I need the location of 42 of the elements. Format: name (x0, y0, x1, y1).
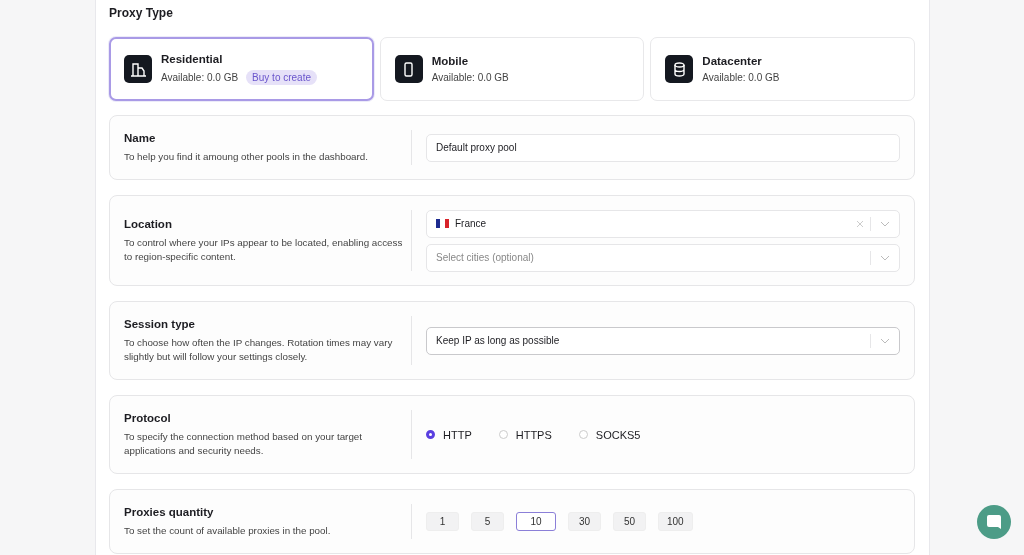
buy-badge[interactable]: Buy to create (246, 70, 317, 85)
availability-text: Available: 0.0 GB (431, 72, 509, 83)
field-description: To set the count of available proxies in the pool. (124, 523, 332, 538)
radio-option[interactable]: HTTP (426, 428, 472, 441)
field-description: To control where your IPs appear to be located, enabling access to region-specific content. (124, 235, 403, 264)
proxy-type-card[interactable]: Residential Available: 0.0 GB Buy to create (109, 37, 374, 101)
radio-label: SOCKS5 (595, 428, 641, 441)
quantity-button[interactable]: 1 (426, 512, 459, 531)
session-select[interactable]: Keep IP as long as possible (426, 326, 900, 355)
radio-button[interactable] (426, 430, 435, 439)
quantity-button[interactable]: 30 (568, 512, 601, 531)
name-input[interactable]: Default proxy pool (426, 133, 900, 162)
field-label: Session type (124, 317, 196, 330)
country-select[interactable]: France (426, 209, 900, 238)
radio-option[interactable]: HTTPS (498, 428, 552, 441)
field-description: To choose how often the IP changes. Rotation times may vary slightly but will follow your settings closely. (124, 335, 394, 364)
flag-icon (436, 219, 449, 228)
field-label: Proxies quantity (124, 505, 215, 518)
proxy-type-card[interactable]: Datacenter Available: 0.0 GB (650, 37, 915, 101)
quantity-button[interactable]: 10 (516, 512, 556, 531)
proxy-type-card[interactable]: Mobile Available: 0.0 GB (379, 37, 645, 101)
radio-label: HTTP (443, 428, 472, 441)
field-description: To help you find it amoung other pools in the dashboard. (124, 149, 369, 164)
radio-label: HTTPS (515, 428, 552, 441)
chat-button[interactable] (977, 505, 1011, 539)
quantity-button[interactable]: 100 (658, 512, 693, 531)
field-label: Protocol (124, 411, 172, 424)
type-name: Residential (161, 53, 224, 65)
field-label: Location (124, 217, 173, 230)
building-icon (129, 60, 147, 78)
availability-text: Available: 0.0 GB (161, 72, 239, 83)
field-description: To specify the connection method based on your target applications and security needs. (124, 429, 363, 458)
section-title: Proxy Type (109, 6, 174, 21)
type-name: Datacenter (702, 55, 763, 67)
quantity-button[interactable]: 50 (613, 512, 646, 531)
cities-select[interactable]: Select cities (optional) (426, 243, 900, 272)
availability-text: Available: 0.0 GB (702, 72, 780, 83)
chat-icon (986, 514, 1002, 530)
field-label: Name (124, 131, 157, 144)
radio-option[interactable]: SOCKS5 (578, 428, 641, 441)
quantity-button[interactable]: 5 (471, 512, 504, 531)
type-name: Mobile (431, 55, 470, 67)
